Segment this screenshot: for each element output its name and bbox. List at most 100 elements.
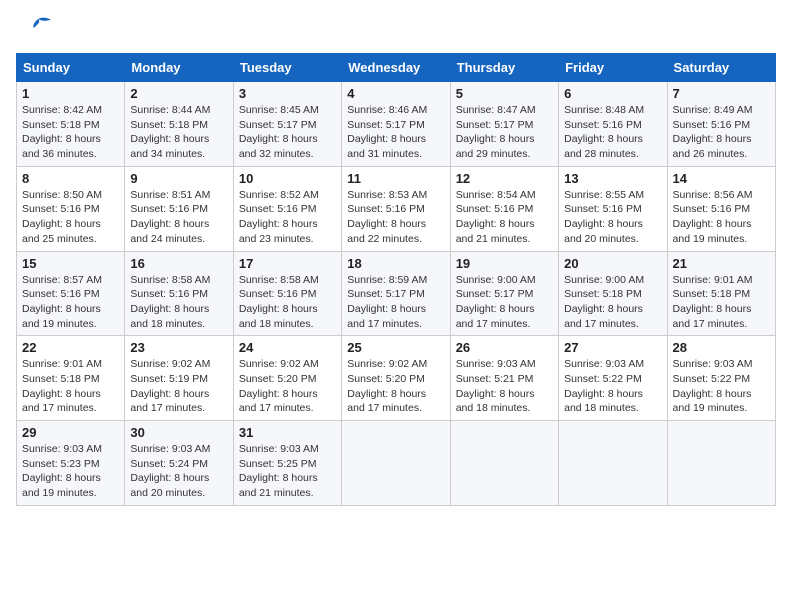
weekday-header-wednesday: Wednesday (342, 54, 450, 82)
day-number: 27 (564, 340, 661, 355)
day-info: Sunrise: 8:53 AMSunset: 5:16 PMDaylight:… (347, 189, 427, 245)
day-info: Sunrise: 9:00 AMSunset: 5:18 PMDaylight:… (564, 274, 644, 330)
day-info: Sunrise: 8:57 AMSunset: 5:16 PMDaylight:… (22, 274, 102, 330)
day-info: Sunrise: 8:52 AMSunset: 5:16 PMDaylight:… (239, 189, 319, 245)
day-number: 26 (456, 340, 553, 355)
day-info: Sunrise: 8:59 AMSunset: 5:17 PMDaylight:… (347, 274, 427, 330)
calendar-cell: 19 Sunrise: 9:00 AMSunset: 5:17 PMDaylig… (450, 251, 558, 336)
day-number: 8 (22, 171, 119, 186)
calendar-cell (667, 421, 775, 506)
calendar-cell: 10 Sunrise: 8:52 AMSunset: 5:16 PMDaylig… (233, 166, 341, 251)
calendar-cell: 4 Sunrise: 8:46 AMSunset: 5:17 PMDayligh… (342, 82, 450, 167)
day-number: 19 (456, 256, 553, 271)
calendar-cell: 24 Sunrise: 9:02 AMSunset: 5:20 PMDaylig… (233, 336, 341, 421)
day-number: 12 (456, 171, 553, 186)
day-info: Sunrise: 9:03 AMSunset: 5:25 PMDaylight:… (239, 443, 319, 499)
day-number: 31 (239, 425, 336, 440)
day-info: Sunrise: 8:42 AMSunset: 5:18 PMDaylight:… (22, 104, 102, 160)
day-info: Sunrise: 8:45 AMSunset: 5:17 PMDaylight:… (239, 104, 319, 160)
day-number: 25 (347, 340, 444, 355)
calendar-cell: 20 Sunrise: 9:00 AMSunset: 5:18 PMDaylig… (559, 251, 667, 336)
day-info: Sunrise: 9:01 AMSunset: 5:18 PMDaylight:… (673, 274, 753, 330)
weekday-header-saturday: Saturday (667, 54, 775, 82)
day-number: 15 (22, 256, 119, 271)
day-number: 6 (564, 86, 661, 101)
day-number: 11 (347, 171, 444, 186)
day-info: Sunrise: 9:03 AMSunset: 5:23 PMDaylight:… (22, 443, 102, 499)
day-number: 4 (347, 86, 444, 101)
calendar-cell: 29 Sunrise: 9:03 AMSunset: 5:23 PMDaylig… (17, 421, 125, 506)
calendar-week-4: 22 Sunrise: 9:01 AMSunset: 5:18 PMDaylig… (17, 336, 776, 421)
calendar-cell (450, 421, 558, 506)
calendar-cell: 28 Sunrise: 9:03 AMSunset: 5:22 PMDaylig… (667, 336, 775, 421)
calendar-cell (342, 421, 450, 506)
day-info: Sunrise: 9:00 AMSunset: 5:17 PMDaylight:… (456, 274, 536, 330)
day-info: Sunrise: 9:02 AMSunset: 5:20 PMDaylight:… (239, 358, 319, 414)
calendar-week-1: 1 Sunrise: 8:42 AMSunset: 5:18 PMDayligh… (17, 82, 776, 167)
page-header (16, 16, 776, 41)
day-number: 18 (347, 256, 444, 271)
logo-bird-icon (16, 16, 56, 34)
calendar-cell: 26 Sunrise: 9:03 AMSunset: 5:21 PMDaylig… (450, 336, 558, 421)
calendar-cell: 6 Sunrise: 8:48 AMSunset: 5:16 PMDayligh… (559, 82, 667, 167)
day-info: Sunrise: 8:54 AMSunset: 5:16 PMDaylight:… (456, 189, 536, 245)
day-info: Sunrise: 8:51 AMSunset: 5:16 PMDaylight:… (130, 189, 210, 245)
day-number: 16 (130, 256, 227, 271)
day-info: Sunrise: 9:02 AMSunset: 5:20 PMDaylight:… (347, 358, 427, 414)
day-info: Sunrise: 8:49 AMSunset: 5:16 PMDaylight:… (673, 104, 753, 160)
calendar-cell: 23 Sunrise: 9:02 AMSunset: 5:19 PMDaylig… (125, 336, 233, 421)
calendar-cell: 2 Sunrise: 8:44 AMSunset: 5:18 PMDayligh… (125, 82, 233, 167)
day-info: Sunrise: 8:44 AMSunset: 5:18 PMDaylight:… (130, 104, 210, 160)
day-number: 21 (673, 256, 770, 271)
day-number: 24 (239, 340, 336, 355)
calendar-week-2: 8 Sunrise: 8:50 AMSunset: 5:16 PMDayligh… (17, 166, 776, 251)
calendar-cell: 12 Sunrise: 8:54 AMSunset: 5:16 PMDaylig… (450, 166, 558, 251)
day-number: 1 (22, 86, 119, 101)
day-info: Sunrise: 8:55 AMSunset: 5:16 PMDaylight:… (564, 189, 644, 245)
day-info: Sunrise: 9:03 AMSunset: 5:22 PMDaylight:… (564, 358, 644, 414)
day-number: 7 (673, 86, 770, 101)
calendar-cell: 31 Sunrise: 9:03 AMSunset: 5:25 PMDaylig… (233, 421, 341, 506)
logo (16, 16, 56, 41)
weekday-header-thursday: Thursday (450, 54, 558, 82)
calendar-cell: 22 Sunrise: 9:01 AMSunset: 5:18 PMDaylig… (17, 336, 125, 421)
calendar-cell: 17 Sunrise: 8:58 AMSunset: 5:16 PMDaylig… (233, 251, 341, 336)
calendar-cell: 11 Sunrise: 8:53 AMSunset: 5:16 PMDaylig… (342, 166, 450, 251)
day-number: 29 (22, 425, 119, 440)
calendar-week-5: 29 Sunrise: 9:03 AMSunset: 5:23 PMDaylig… (17, 421, 776, 506)
calendar-cell: 9 Sunrise: 8:51 AMSunset: 5:16 PMDayligh… (125, 166, 233, 251)
weekday-header-tuesday: Tuesday (233, 54, 341, 82)
day-number: 13 (564, 171, 661, 186)
calendar-header: SundayMondayTuesdayWednesdayThursdayFrid… (17, 54, 776, 82)
calendar-cell (559, 421, 667, 506)
weekday-header-monday: Monday (125, 54, 233, 82)
day-info: Sunrise: 9:03 AMSunset: 5:21 PMDaylight:… (456, 358, 536, 414)
weekday-header-row: SundayMondayTuesdayWednesdayThursdayFrid… (17, 54, 776, 82)
calendar-cell: 30 Sunrise: 9:03 AMSunset: 5:24 PMDaylig… (125, 421, 233, 506)
calendar-cell: 15 Sunrise: 8:57 AMSunset: 5:16 PMDaylig… (17, 251, 125, 336)
day-info: Sunrise: 8:58 AMSunset: 5:16 PMDaylight:… (130, 274, 210, 330)
day-info: Sunrise: 8:58 AMSunset: 5:16 PMDaylight:… (239, 274, 319, 330)
calendar-cell: 7 Sunrise: 8:49 AMSunset: 5:16 PMDayligh… (667, 82, 775, 167)
calendar-cell: 25 Sunrise: 9:02 AMSunset: 5:20 PMDaylig… (342, 336, 450, 421)
calendar-cell: 3 Sunrise: 8:45 AMSunset: 5:17 PMDayligh… (233, 82, 341, 167)
day-info: Sunrise: 8:50 AMSunset: 5:16 PMDaylight:… (22, 189, 102, 245)
calendar-cell: 16 Sunrise: 8:58 AMSunset: 5:16 PMDaylig… (125, 251, 233, 336)
day-number: 14 (673, 171, 770, 186)
day-number: 28 (673, 340, 770, 355)
day-number: 23 (130, 340, 227, 355)
day-number: 30 (130, 425, 227, 440)
calendar-cell: 27 Sunrise: 9:03 AMSunset: 5:22 PMDaylig… (559, 336, 667, 421)
day-number: 20 (564, 256, 661, 271)
weekday-header-sunday: Sunday (17, 54, 125, 82)
day-info: Sunrise: 9:02 AMSunset: 5:19 PMDaylight:… (130, 358, 210, 414)
calendar-cell: 18 Sunrise: 8:59 AMSunset: 5:17 PMDaylig… (342, 251, 450, 336)
day-info: Sunrise: 8:46 AMSunset: 5:17 PMDaylight:… (347, 104, 427, 160)
day-number: 17 (239, 256, 336, 271)
calendar-week-3: 15 Sunrise: 8:57 AMSunset: 5:16 PMDaylig… (17, 251, 776, 336)
day-info: Sunrise: 8:48 AMSunset: 5:16 PMDaylight:… (564, 104, 644, 160)
calendar-cell: 1 Sunrise: 8:42 AMSunset: 5:18 PMDayligh… (17, 82, 125, 167)
weekday-header-friday: Friday (559, 54, 667, 82)
day-info: Sunrise: 8:56 AMSunset: 5:16 PMDaylight:… (673, 189, 753, 245)
day-number: 22 (22, 340, 119, 355)
